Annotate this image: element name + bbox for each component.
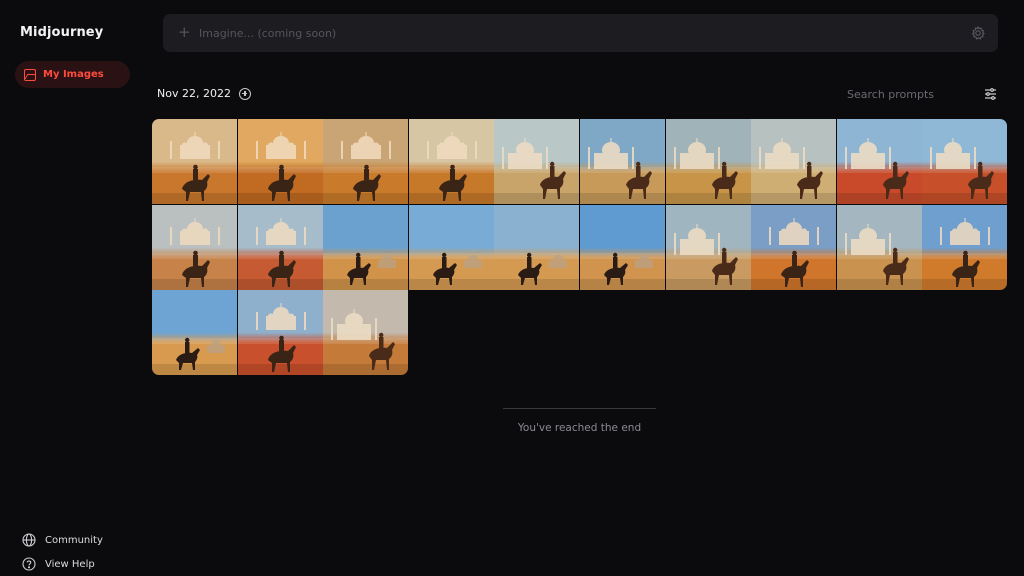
thumbnail-artwork xyxy=(922,119,1008,204)
thumbnail-artwork xyxy=(152,290,237,376)
thumbnail-artwork xyxy=(922,204,1008,290)
search-prompts-input[interactable] xyxy=(847,86,957,102)
sidebar-item-view-help[interactable]: View Help xyxy=(22,557,95,571)
image-thumbnail[interactable] xyxy=(237,290,323,376)
image-thumbnail[interactable] xyxy=(751,204,837,290)
image-thumbnail[interactable] xyxy=(152,204,237,290)
thumbnail-artwork xyxy=(152,119,237,204)
sidebar-item-label: My Images xyxy=(43,69,104,80)
image-thumbnail[interactable] xyxy=(665,204,751,290)
thumbnail-artwork xyxy=(665,204,751,290)
image-thumbnail[interactable] xyxy=(836,204,922,290)
image-thumbnail[interactable] xyxy=(323,290,409,376)
gear-icon[interactable] xyxy=(971,26,985,40)
view-help-link-label: View Help xyxy=(45,558,95,570)
end-divider xyxy=(503,408,656,409)
thumbnail-artwork xyxy=(237,290,323,376)
image-thumbnail[interactable] xyxy=(323,119,409,204)
image-thumbnail[interactable] xyxy=(665,119,751,204)
thumbnail-artwork xyxy=(494,119,580,204)
thumbnail-artwork xyxy=(323,204,409,290)
image-thumbnail[interactable] xyxy=(237,119,323,204)
image-thumbnail[interactable] xyxy=(580,204,665,290)
image-thumbnail[interactable] xyxy=(323,204,409,290)
filter-sliders-icon[interactable] xyxy=(984,88,997,100)
image-icon xyxy=(24,68,36,81)
thumbnail-artwork xyxy=(152,204,237,290)
date-header: Nov 22, 2022 xyxy=(157,87,251,100)
community-link-label: Community xyxy=(45,534,103,546)
image-thumbnail[interactable] xyxy=(836,119,922,204)
thumbnail-artwork xyxy=(237,204,323,290)
brand-logo[interactable]: Midjourney xyxy=(20,25,103,40)
sidebar-item-community[interactable]: Community xyxy=(22,533,103,547)
thumbnail-artwork xyxy=(836,204,922,290)
help-circle-icon xyxy=(22,557,36,571)
end-of-list-text: You've reached the end xyxy=(517,422,642,434)
thumbnail-artwork xyxy=(408,119,494,204)
image-thumbnail[interactable] xyxy=(408,204,494,290)
image-thumbnail[interactable] xyxy=(237,204,323,290)
image-thumbnail[interactable] xyxy=(922,119,1008,204)
globe-icon xyxy=(22,533,36,547)
add-circle-icon[interactable] xyxy=(238,87,251,100)
image-thumbnail[interactable] xyxy=(494,204,580,290)
thumbnail-artwork xyxy=(580,204,665,290)
imagine-input[interactable] xyxy=(199,14,959,52)
sidebar-item-my-images[interactable]: My Images xyxy=(15,61,130,88)
thumbnail-artwork xyxy=(751,119,837,204)
thumbnail-artwork xyxy=(408,204,494,290)
thumbnail-artwork xyxy=(494,204,580,290)
thumbnail-artwork xyxy=(751,204,837,290)
image-thumbnail[interactable] xyxy=(494,119,580,204)
plus-icon[interactable]: + xyxy=(178,23,191,41)
image-thumbnail[interactable] xyxy=(580,119,665,204)
image-thumbnail[interactable] xyxy=(408,119,494,204)
image-thumbnail[interactable] xyxy=(152,290,237,376)
thumbnail-artwork xyxy=(665,119,751,204)
imagine-prompt-bar: + xyxy=(163,14,998,52)
image-thumbnail[interactable] xyxy=(152,119,237,204)
date-label: Nov 22, 2022 xyxy=(157,87,231,100)
thumbnail-artwork xyxy=(323,119,409,204)
sidebar: Midjourney My Images Community View Help xyxy=(0,0,140,576)
thumbnail-artwork xyxy=(836,119,922,204)
thumbnail-artwork xyxy=(323,290,409,376)
image-thumbnail[interactable] xyxy=(922,204,1008,290)
thumbnail-artwork xyxy=(237,119,323,204)
thumbnail-artwork xyxy=(580,119,665,204)
image-thumbnail[interactable] xyxy=(751,119,837,204)
